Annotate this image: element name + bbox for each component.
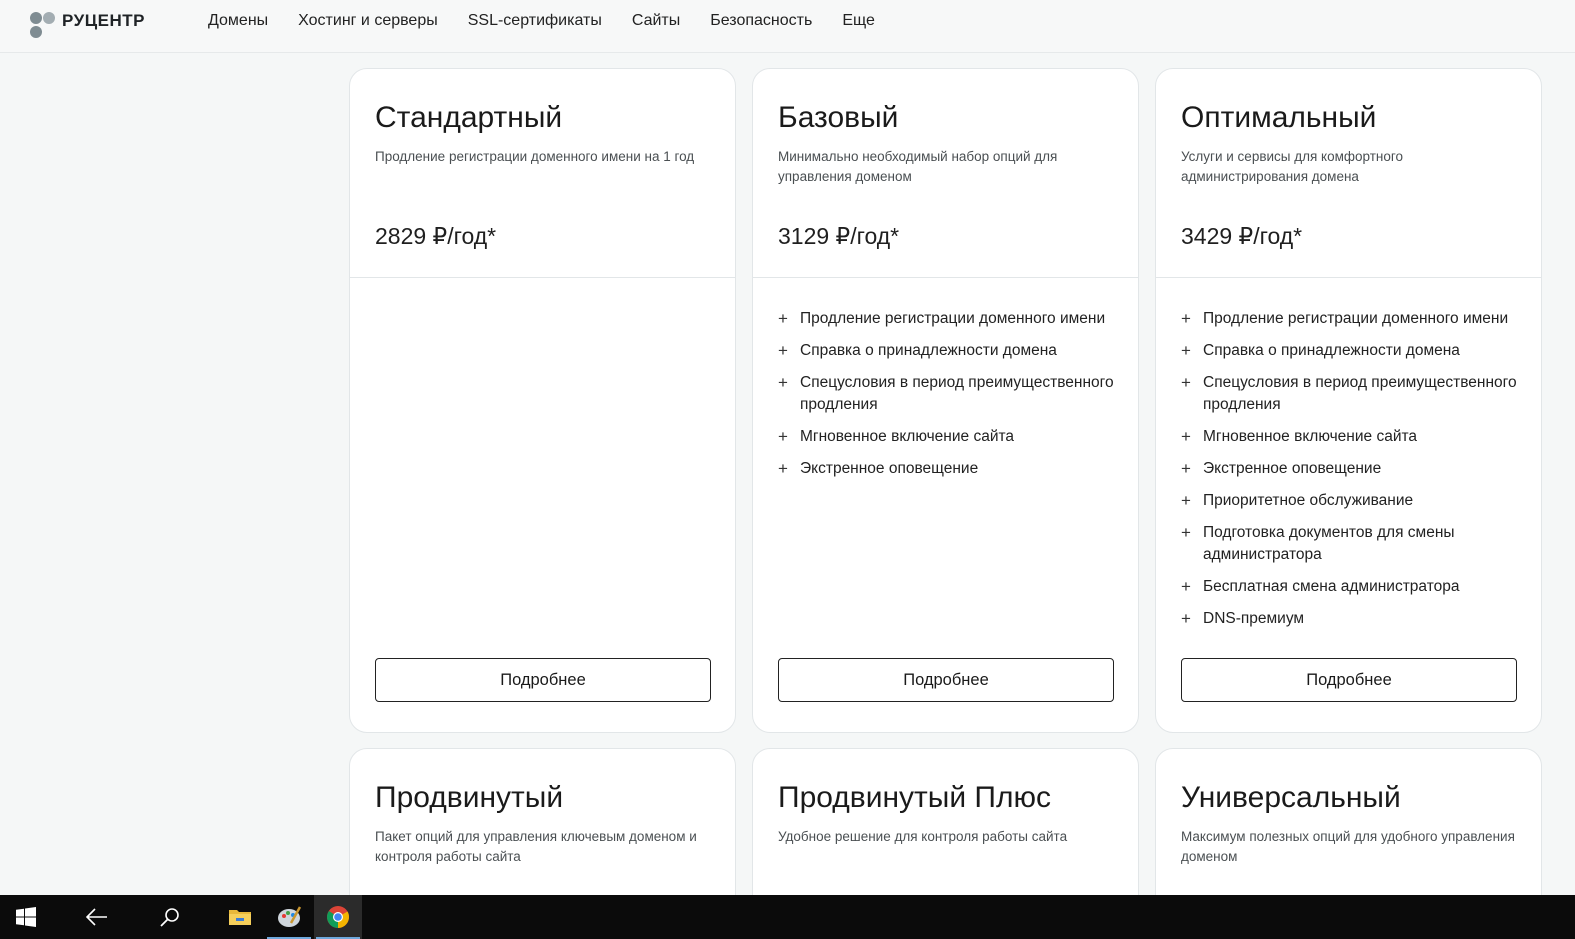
plus-icon: +	[1181, 373, 1191, 392]
feature-list: + Продление регистрации доменного имени + С…	[778, 308, 1123, 490]
plus-icon: +	[778, 341, 788, 360]
logo-dots-icon	[30, 12, 56, 40]
windows-start-icon[interactable]	[2, 895, 50, 939]
more-button[interactable]: Подробнее	[1181, 658, 1517, 702]
search-icon[interactable]	[146, 895, 194, 939]
plus-icon: +	[1181, 341, 1191, 360]
plan-card-optimal: Оптимальный Услуги и сервисы для комфорт…	[1155, 68, 1542, 733]
nav-item-sites[interactable]: Сайты	[632, 12, 680, 30]
card-divider	[753, 277, 1138, 278]
more-button[interactable]: Подробнее	[375, 658, 711, 702]
plan-description: Пакет опций для управления ключевым доме…	[375, 829, 697, 864]
plan-price: 3129 ₽/год*	[778, 223, 900, 249]
feature-text: Подготовка документов для смены админист…	[1203, 524, 1455, 563]
feature-item: + Продление регистрации доменного имени	[778, 308, 1123, 330]
back-arrow-icon[interactable]	[73, 895, 121, 939]
plus-icon: +	[1181, 491, 1191, 510]
feature-text: DNS-премиум	[1203, 610, 1305, 627]
plan-description: Удобное решение для контроля работы сайт…	[778, 829, 1068, 844]
feature-text: Спецусловия в период преимущественного п…	[800, 374, 1114, 413]
feature-item: + Справка о принадлежности домена	[778, 340, 1123, 362]
os-taskbar	[0, 895, 1575, 939]
feature-item: + Справка о принадлежности домена	[1181, 340, 1526, 362]
feature-text: Мгновенное включение сайта	[800, 428, 1015, 445]
plan-description: Максимум полезных опций для удобного упр…	[1181, 829, 1515, 864]
plus-icon: +	[778, 427, 788, 446]
plus-icon: +	[1181, 309, 1191, 328]
feature-item: + Спецусловия в период преимущественного …	[1181, 372, 1526, 416]
nav-item-domains[interactable]: Домены	[208, 12, 268, 30]
feature-item: + Экстренное оповещение	[778, 458, 1123, 480]
plan-title: Продвинутый Плюс	[778, 781, 1052, 814]
plus-icon: +	[1181, 523, 1191, 542]
plan-title: Оптимальный	[1181, 101, 1377, 134]
feature-text: Экстренное оповещение	[800, 460, 979, 477]
plus-icon: +	[778, 459, 788, 478]
chrome-icon[interactable]	[314, 895, 362, 939]
card-divider	[1156, 277, 1541, 278]
plan-description: Продление регистрации доменного имени на…	[375, 149, 695, 164]
nav-item-more[interactable]: Еще	[842, 12, 875, 30]
site-header: РУЦЕНТР Домены Хостинг и серверы SSL-сер…	[0, 0, 1575, 53]
nav-item-ssl[interactable]: SSL-сертификаты	[468, 12, 602, 30]
feature-item: + Мгновенное включение сайта	[778, 426, 1123, 448]
feature-item: + Спецусловия в период преимущественного …	[778, 372, 1123, 416]
plan-title: Стандартный	[375, 101, 563, 134]
plus-icon: +	[778, 373, 788, 392]
logo-text: РУЦЕНТР	[62, 11, 145, 30]
feature-text: Бесплатная смена администратора	[1203, 578, 1460, 595]
feature-text: Справка о принадлежности домена	[800, 342, 1057, 359]
plus-icon: +	[778, 309, 788, 328]
nav-item-security[interactable]: Безопасность	[710, 12, 812, 30]
file-explorer-icon[interactable]	[216, 895, 264, 939]
feature-list: + Продление регистрации доменного имени + С…	[1181, 308, 1526, 640]
feature-item: + Бесплатная смена администратора	[1181, 576, 1526, 598]
feature-text: Продление регистрации доменного имени	[800, 310, 1106, 327]
feature-item: + Экстренное оповещение	[1181, 458, 1526, 480]
feature-text: Мгновенное включение сайта	[1203, 428, 1418, 445]
feature-text: Продление регистрации доменного имени	[1203, 310, 1509, 327]
more-button[interactable]: Подробнее	[778, 658, 1114, 702]
plus-icon: +	[1181, 609, 1191, 628]
feature-text: Справка о принадлежности домена	[1203, 342, 1460, 359]
main-nav: Домены Хостинг и серверы SSL-сертификаты…	[208, 0, 905, 42]
plan-card-standard: Стандартный Продление регистрации доменн…	[349, 68, 736, 733]
plus-icon: +	[1181, 459, 1191, 478]
plan-description: Услуги и сервисы для комфортного админис…	[1181, 149, 1404, 184]
plan-price: 2829 ₽/год*	[375, 223, 497, 249]
plan-card-basic: Базовый Минимально необходимый набор опц…	[752, 68, 1139, 733]
plan-price: 3429 ₽/год*	[1181, 223, 1303, 249]
feature-item: + Приоритетное обслуживание	[1181, 490, 1526, 512]
plan-title: Продвинутый	[375, 781, 564, 814]
feature-text: Приоритетное обслуживание	[1203, 492, 1414, 509]
card-divider	[350, 277, 735, 278]
feature-item: + Мгновенное включение сайта	[1181, 426, 1526, 448]
plan-title: Базовый	[778, 101, 899, 134]
plan-description: Минимально необходимый набор опций для у…	[778, 149, 1058, 184]
logo[interactable]: РУЦЕНТР	[30, 11, 145, 40]
paint-icon[interactable]	[265, 895, 313, 939]
plus-icon: +	[1181, 577, 1191, 596]
nav-item-hosting[interactable]: Хостинг и серверы	[298, 12, 438, 30]
feature-text: Спецусловия в период преимущественного п…	[1203, 374, 1517, 413]
feature-text: Экстренное оповещение	[1203, 460, 1382, 477]
feature-item: + Продление регистрации доменного имени	[1181, 308, 1526, 330]
plus-icon: +	[1181, 427, 1191, 446]
feature-item: + Подготовка документов для смены админис…	[1181, 522, 1526, 566]
plan-title: Универсальный	[1181, 781, 1401, 814]
feature-item: + DNS-премиум	[1181, 608, 1526, 630]
